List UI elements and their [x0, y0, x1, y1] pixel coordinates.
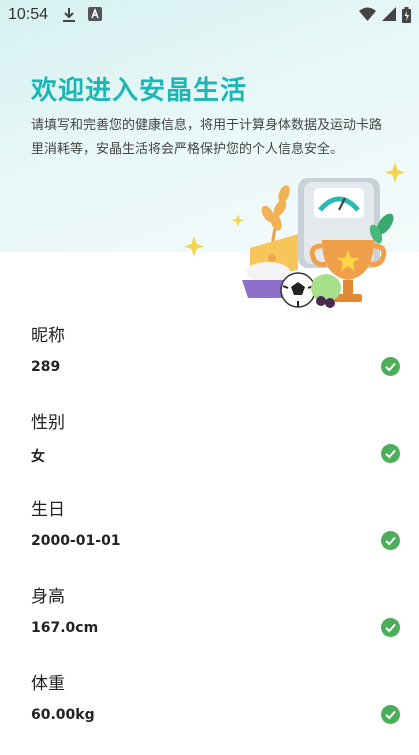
field-value[interactable]: 60.00kg — [31, 707, 95, 723]
field-label: 生日 — [31, 500, 65, 520]
battery-icon — [402, 7, 411, 23]
field-value[interactable]: 2000-01-01 — [31, 533, 121, 549]
page-title: 欢迎进入安晶生活 — [31, 76, 248, 106]
check-circle-icon — [381, 444, 400, 463]
field-weight[interactable]: 体重 60.00kg — [0, 668, 419, 755]
page-subtitle: 请填写和完善您的健康信息，将用于计算身体数据及运动卡路里消耗等，安晶生活将会严格… — [31, 118, 383, 157]
field-value[interactable]: 289 — [31, 359, 60, 375]
wifi-icon — [359, 7, 376, 21]
field-label: 体重 — [31, 674, 65, 694]
grapes-icon — [311, 274, 341, 308]
field-value[interactable]: 167.0cm — [31, 620, 98, 636]
check-circle-icon — [381, 618, 400, 637]
field-label: 昵称 — [31, 326, 65, 346]
check-circle-icon — [381, 705, 400, 724]
signal-icon — [382, 7, 396, 21]
health-illustration — [184, 162, 405, 308]
download-icon — [63, 8, 75, 22]
field-label: 性别 — [31, 413, 65, 433]
field-value[interactable]: 女 — [31, 446, 45, 466]
field-label: 身高 — [31, 587, 65, 607]
status-bar: 10:54 — [0, 0, 419, 30]
soccer-ball-icon — [280, 272, 316, 308]
field-gender[interactable]: 性别 女 — [0, 407, 419, 494]
field-birthday[interactable]: 生日 2000-01-01 — [0, 494, 419, 581]
check-circle-icon — [381, 531, 400, 550]
check-circle-icon — [381, 357, 400, 376]
a-icon — [88, 7, 102, 21]
field-height[interactable]: 身高 167.0cm — [0, 581, 419, 668]
status-time: 10:54 — [8, 6, 49, 23]
health-info-form: 昵称 289 性别 女 生日 2000-01-01 身高 167.0cm 体重 … — [0, 320, 419, 755]
field-nickname[interactable]: 昵称 289 — [0, 320, 419, 407]
